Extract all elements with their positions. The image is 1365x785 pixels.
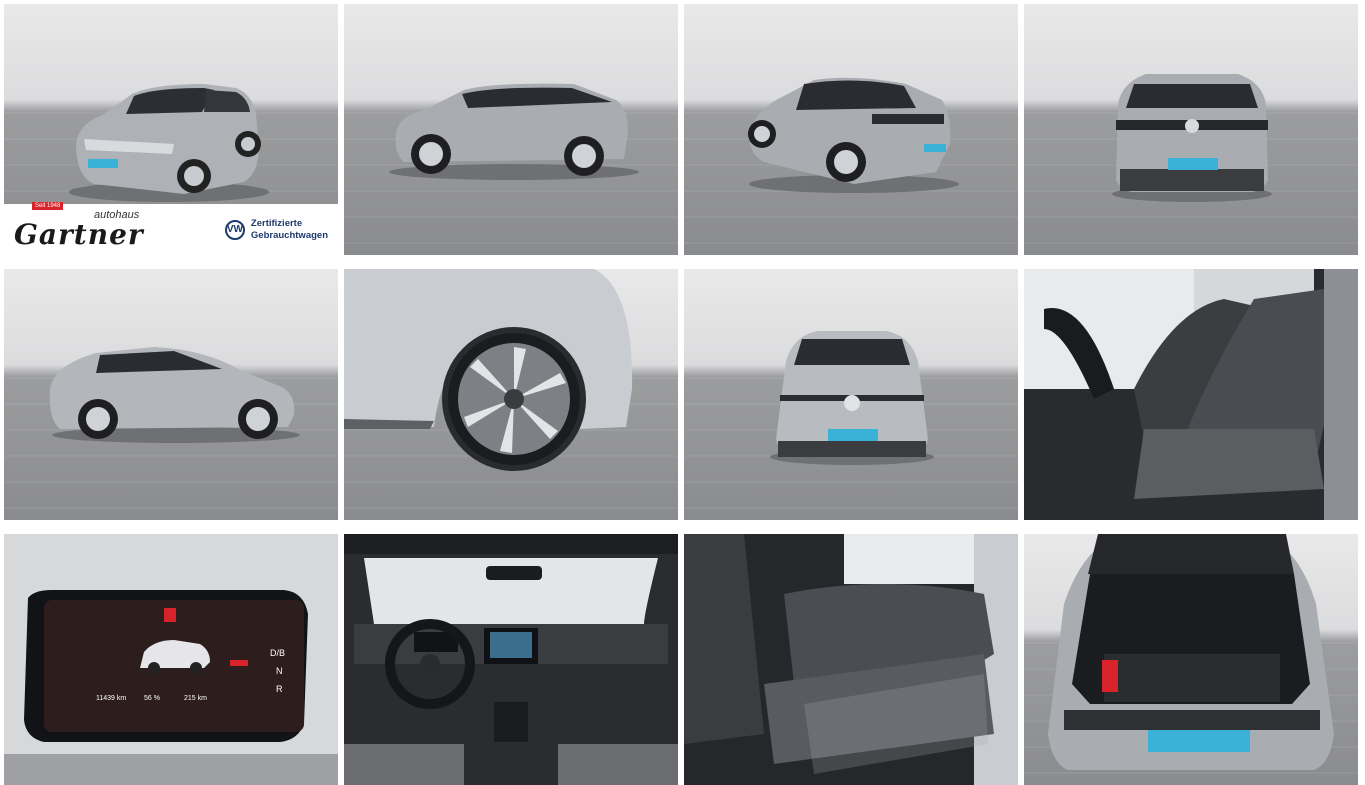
car-side-left-image [389,83,639,180]
range-reading: 215 km [184,695,207,702]
certified-line-2: Gebrauchtwagen [250,229,328,241]
photo-trunk[interactable] [1024,534,1358,785]
photo-cockpit[interactable] [344,534,678,785]
gear-r: R [276,684,283,694]
trunk-image [1048,534,1334,770]
car-rear-three-quarter-image [748,77,959,193]
odometer-reading: 11439 km [96,695,126,702]
photo-wheel-detail[interactable] [344,269,678,520]
certified-line-1: Zertifizierte [250,218,303,230]
rear-seats-image [684,534,1018,785]
car-rear-image [1112,74,1272,202]
gear-n: N [276,666,283,676]
photo-instrument-cluster[interactable]: 11439 km 56 % 215 km D/B N R [4,534,338,785]
photo-rear[interactable] [1024,4,1358,255]
wheel-detail-image [344,269,633,471]
photo-front-seats[interactable] [1024,269,1358,520]
vw-logo-icon: VW [224,219,245,240]
photo-side-right[interactable] [4,269,338,520]
battery-level: 56 % [144,695,160,702]
dealer-since-badge: Seit 1948 [32,202,64,210]
photo-front-three-quarter[interactable]: Seit 1948 autohaus Gartner VW Zertifizie… [4,4,338,255]
car-front-image [770,331,934,465]
instrument-cluster-image: 11439 km 56 % 215 km D/B N R [4,534,338,785]
photo-front[interactable] [684,269,1018,520]
photo-gallery: Seit 1948 autohaus Gartner VW Zertifizie… [4,4,1358,785]
front-seats-image [1024,269,1358,520]
dealer-name: Gartner [14,218,144,251]
gear-db: D/B [270,648,285,658]
photo-rear-three-quarter[interactable] [684,4,1018,255]
photo-side-left[interactable] [344,4,678,255]
certified-used-cars-label: VW Zertifizierte Gebrauchtwagen [224,218,328,241]
photo-rear-seats[interactable] [684,534,1018,785]
dealer-banner: Seit 1948 autohaus Gartner VW Zertifizie… [4,202,338,255]
dealer-logo: Seit 1948 autohaus Gartner [14,202,144,251]
car-side-right-image [49,347,300,443]
cockpit-image [344,534,678,785]
